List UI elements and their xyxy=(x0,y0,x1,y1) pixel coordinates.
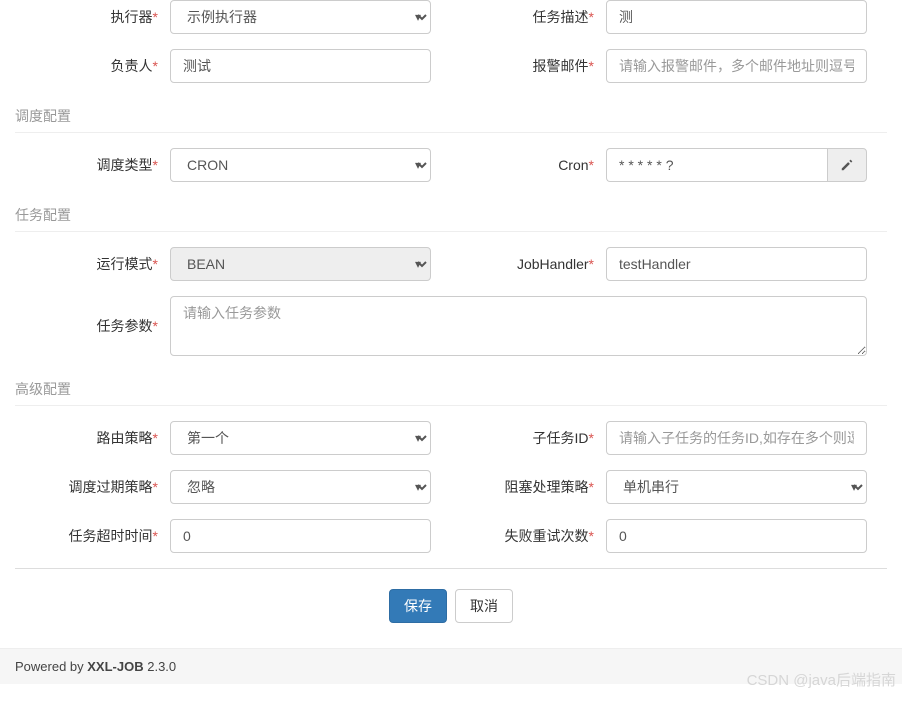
save-button[interactable]: 保存 xyxy=(389,589,447,623)
alarm-label: 报警邮件* xyxy=(451,56,606,76)
alarm-input[interactable] xyxy=(606,49,867,83)
cron-label: Cron* xyxy=(451,157,606,173)
block-label: 阻塞处理策略* xyxy=(451,477,606,497)
footer: Powered by XXL-JOB 2.3.0 xyxy=(0,648,902,684)
expire-select[interactable]: 忽略 xyxy=(170,470,431,504)
cron-input[interactable] xyxy=(606,148,827,182)
params-textarea[interactable] xyxy=(170,296,867,356)
task-section-title: 任务配置 xyxy=(15,197,887,232)
schedule-type-label: 调度类型* xyxy=(15,155,170,175)
executor-label: 执行器* xyxy=(15,7,170,27)
owner-input[interactable] xyxy=(170,49,431,83)
route-select[interactable]: 第一个 xyxy=(170,421,431,455)
timeout-input[interactable] xyxy=(170,519,431,553)
desc-label: 任务描述* xyxy=(451,7,606,27)
schedule-section-title: 调度配置 xyxy=(15,98,887,133)
mode-label: 运行模式* xyxy=(15,254,170,274)
retry-input[interactable] xyxy=(606,519,867,553)
retry-label: 失败重试次数* xyxy=(451,526,606,546)
child-label: 子任务ID* xyxy=(451,428,606,448)
params-label: 任务参数* xyxy=(15,316,170,336)
mode-select[interactable]: BEAN xyxy=(170,247,431,281)
timeout-label: 任务超时时间* xyxy=(15,526,170,546)
cron-edit-button[interactable] xyxy=(827,148,867,182)
executor-select[interactable]: 示例执行器 xyxy=(170,0,431,34)
cancel-button[interactable]: 取消 xyxy=(455,589,513,623)
handler-input[interactable] xyxy=(606,247,867,281)
child-input[interactable] xyxy=(606,421,867,455)
schedule-type-select[interactable]: CRON xyxy=(170,148,431,182)
advanced-section-title: 高级配置 xyxy=(15,371,887,406)
edit-icon xyxy=(840,158,854,172)
divider xyxy=(15,568,887,569)
owner-label: 负责人* xyxy=(15,56,170,76)
block-select[interactable]: 单机串行 xyxy=(606,470,867,504)
route-label: 路由策略* xyxy=(15,428,170,448)
handler-label: JobHandler* xyxy=(451,256,606,272)
expire-label: 调度过期策略* xyxy=(15,477,170,497)
desc-input[interactable] xyxy=(606,0,867,34)
